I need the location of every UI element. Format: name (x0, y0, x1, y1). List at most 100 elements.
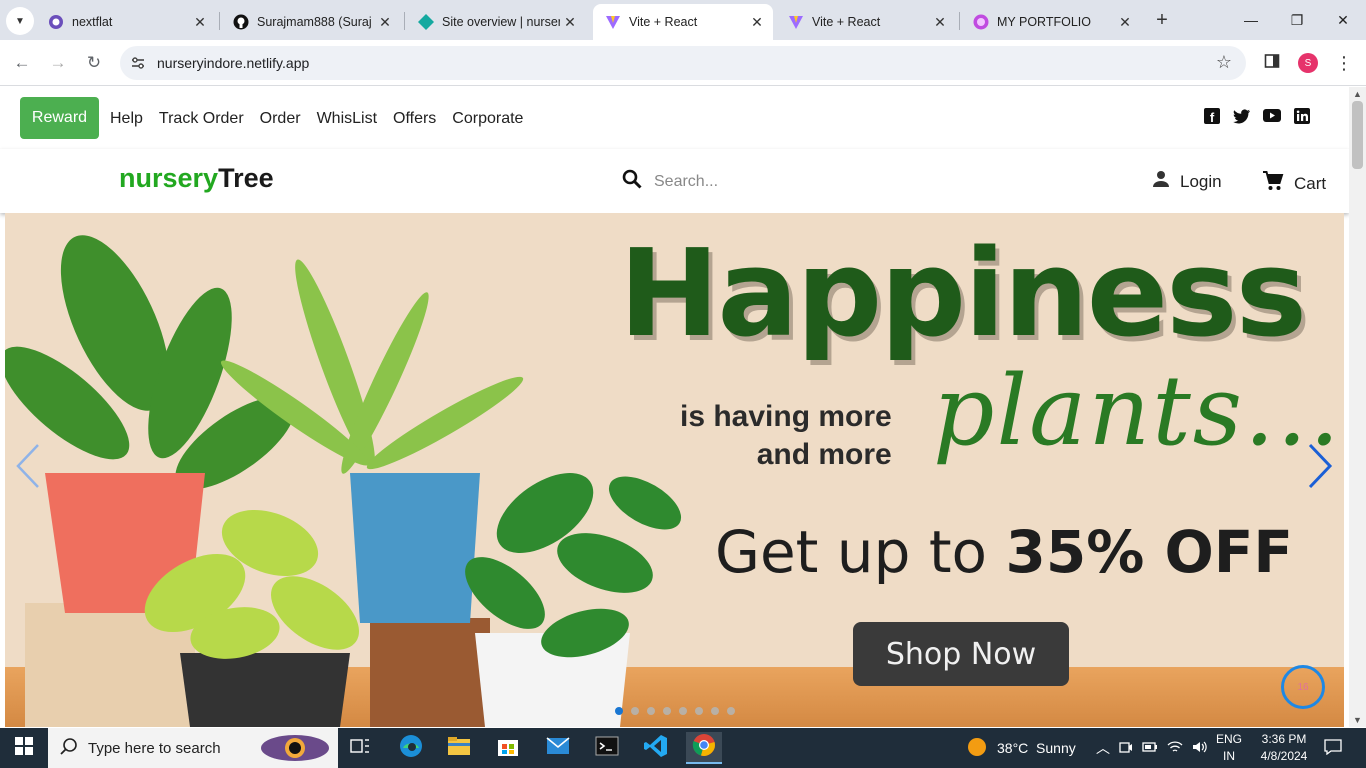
browser-tab-portfolio[interactable]: MY PORTFOLIO ✕ (961, 4, 1141, 40)
top-links: Help Track Order Order WhisList Offers C… (110, 110, 523, 128)
shop-now-button[interactable]: Shop Now (853, 622, 1069, 686)
carousel-dot[interactable] (631, 707, 639, 715)
close-icon[interactable]: ✕ (190, 14, 210, 31)
lang-secondary: IN (1223, 749, 1235, 763)
new-tab-button[interactable]: + (1150, 8, 1174, 32)
chrome-taskbar-button[interactable] (686, 732, 722, 764)
task-view-button[interactable] (342, 732, 378, 764)
carousel-dot[interactable] (679, 707, 687, 715)
tab-divider (404, 12, 405, 30)
url-text: nurseryindore.netlify.app (157, 55, 310, 71)
page-scrollbar[interactable]: ▲ ▼ (1349, 87, 1366, 727)
chevron-up-icon[interactable]: ︿ (1096, 738, 1110, 758)
language-indicator[interactable]: ENG IN (1216, 731, 1242, 765)
banner-headline: Happiness (619, 225, 1307, 364)
facebook-icon[interactable]: f (1203, 107, 1221, 125)
close-icon[interactable]: ✕ (560, 14, 580, 31)
social-links: f (1203, 107, 1311, 125)
close-icon[interactable]: ✕ (747, 14, 767, 31)
search-input[interactable] (654, 172, 874, 191)
browser-tab-netlify[interactable]: Site overview | nurser ✕ (406, 4, 586, 40)
search-icon[interactable] (622, 169, 642, 194)
store-icon (497, 735, 519, 762)
login-label: Login (1180, 171, 1222, 191)
carousel-dots (615, 707, 735, 715)
carousel-dot[interactable] (647, 707, 655, 715)
twitter-icon[interactable] (1233, 107, 1251, 125)
progress-ring-widget[interactable]: 16 (1281, 665, 1325, 709)
close-icon[interactable]: ✕ (1115, 14, 1135, 31)
browser-tab-vite-active[interactable]: Vite + React ✕ (593, 4, 773, 40)
folder-icon (447, 736, 471, 761)
close-window-button[interactable]: ✕ (1320, 0, 1366, 40)
browser-tab-github[interactable]: Surajmam888 (Suraj S ✕ (221, 4, 401, 40)
close-icon[interactable]: ✕ (375, 14, 395, 31)
chrome-icon (692, 733, 716, 762)
login-button[interactable]: Login (1152, 170, 1222, 193)
minimize-icon: — (1244, 12, 1258, 28)
wifi-icon[interactable] (1167, 740, 1183, 757)
file-explorer-taskbar-button[interactable] (441, 732, 477, 764)
forward-button[interactable]: → (46, 51, 70, 75)
tab-title: MY PORTFOLIO (997, 15, 1092, 29)
minimize-button[interactable]: — (1228, 0, 1274, 40)
site-settings-icon[interactable] (130, 55, 146, 71)
site-logo[interactable]: nurseryTree (119, 163, 274, 194)
hero-banner-carousel: Happiness is having more and more plants… (5, 213, 1344, 727)
scroll-down-icon[interactable]: ▼ (1353, 715, 1362, 725)
taskbar-search[interactable]: Type here to search (48, 728, 338, 768)
cart-icon (1262, 170, 1284, 197)
offers-link[interactable]: Offers (393, 110, 436, 128)
carousel-dot[interactable] (695, 707, 703, 715)
order-link[interactable]: Order (260, 110, 301, 128)
close-icon[interactable]: ✕ (930, 14, 950, 31)
notifications-button[interactable] (1324, 728, 1342, 768)
carousel-dot[interactable] (615, 707, 623, 715)
bookmark-star-icon[interactable]: ☆ (1216, 52, 1232, 73)
battery-icon[interactable] (1142, 740, 1158, 756)
reward-button[interactable]: Reward (20, 97, 99, 139)
carousel-dot[interactable] (727, 707, 735, 715)
profile-button[interactable]: S (1296, 51, 1320, 75)
browser-tab-nextflat[interactable]: nextflat ✕ (36, 4, 216, 40)
search-box (622, 169, 874, 194)
tab-search-button[interactable]: ▼ (6, 7, 34, 35)
vscode-taskbar-button[interactable] (638, 732, 674, 764)
youtube-icon[interactable] (1263, 107, 1281, 125)
back-button[interactable]: ← (10, 51, 34, 75)
mail-taskbar-button[interactable] (540, 732, 576, 764)
vite-icon (605, 14, 621, 30)
help-link[interactable]: Help (110, 110, 143, 128)
plus-icon: + (1156, 9, 1168, 31)
reload-button[interactable]: ↻ (82, 51, 106, 75)
tab-divider (219, 12, 220, 30)
side-panel-button[interactable] (1260, 51, 1284, 75)
carousel-prev-arrow[interactable] (13, 441, 43, 491)
restore-button[interactable]: ❐ (1274, 0, 1320, 40)
edge-taskbar-button[interactable] (393, 732, 429, 764)
track-order-link[interactable]: Track Order (159, 110, 244, 128)
store-taskbar-button[interactable] (490, 732, 526, 764)
scrollbar-thumb[interactable] (1352, 101, 1363, 169)
start-button[interactable] (0, 728, 48, 768)
linkedin-icon[interactable] (1293, 107, 1311, 125)
cart-button[interactable]: Cart (1262, 170, 1326, 197)
browser-tab-vite[interactable]: Vite + React ✕ (776, 4, 956, 40)
volume-icon[interactable] (1192, 740, 1208, 757)
browser-menu-button[interactable]: ⋮ (1332, 51, 1356, 75)
terminal-icon (595, 736, 619, 761)
meet-now-icon[interactable] (1119, 740, 1133, 757)
address-bar[interactable]: nurseryindore.netlify.app ☆ (120, 46, 1246, 80)
corporate-link[interactable]: Corporate (452, 110, 523, 128)
taskbar-clock[interactable]: 3:36 PM 4/8/2024 (1250, 731, 1318, 765)
carousel-dot[interactable] (711, 707, 719, 715)
carousel-next-arrow[interactable] (1305, 441, 1335, 491)
weather-widget[interactable]: 38°C Sunny (966, 728, 1076, 768)
cart-label: Cart (1294, 173, 1327, 193)
terminal-taskbar-button[interactable] (589, 732, 625, 764)
restore-icon: ❐ (1290, 11, 1304, 28)
carousel-dot[interactable] (663, 707, 671, 715)
wishlist-link[interactable]: WhisList (317, 110, 377, 128)
scroll-up-icon[interactable]: ▲ (1353, 89, 1362, 99)
offer-percent: 35% OFF (1005, 518, 1294, 586)
